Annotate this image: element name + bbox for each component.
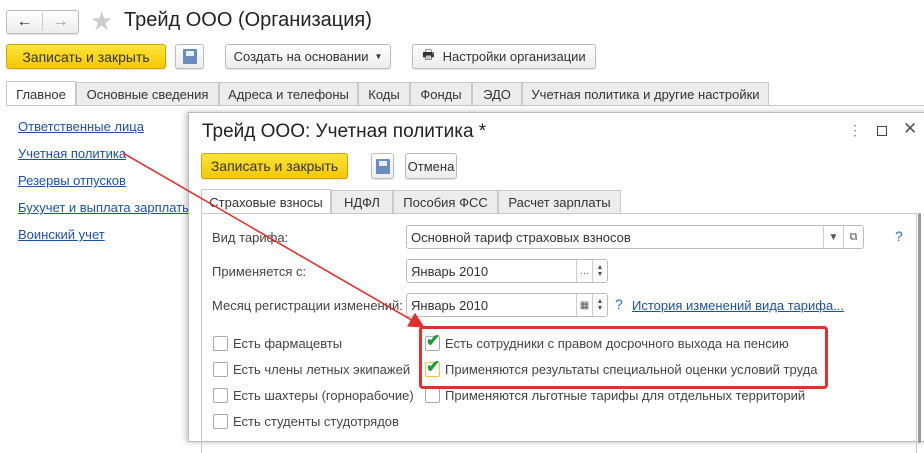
annotation-arrow bbox=[122, 152, 425, 328]
